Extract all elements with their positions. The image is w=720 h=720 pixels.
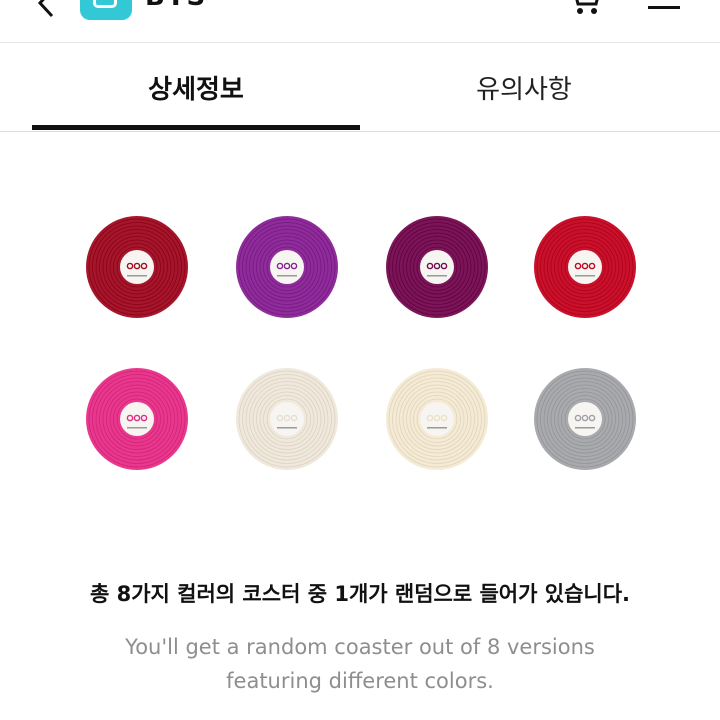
menu-icon[interactable] <box>648 0 680 12</box>
coaster-4 <box>534 216 636 318</box>
coaster-3 <box>386 216 488 318</box>
coaster-2 <box>236 216 338 318</box>
tab-detail-info[interactable]: 상세정보 <box>32 43 360 131</box>
coaster-1 <box>86 216 188 318</box>
coaster-6 <box>236 368 338 470</box>
coaster-5 <box>86 368 188 470</box>
caption-korean: 총 8가지 컬러의 코스터 중 1개가 랜덤으로 들어가 있습니다. <box>89 582 631 606</box>
coaster-grid <box>0 190 720 490</box>
top-bar: BTS <box>0 0 720 43</box>
caption-english: You'll get a random coaster out of 8 ver… <box>0 630 720 698</box>
cart-icon[interactable] <box>566 0 602 16</box>
caption-english-line2: featuring different colors. <box>226 669 494 693</box>
tab-notice[interactable]: 유의사항 <box>360 43 688 131</box>
brand-title: BTS <box>145 0 207 12</box>
active-tab-indicator <box>32 125 360 130</box>
coaster-7 <box>386 368 488 470</box>
app-icon[interactable] <box>80 0 132 20</box>
coaster-8 <box>534 368 636 470</box>
back-arrow-icon[interactable] <box>30 0 60 18</box>
caption-english-line1: You'll get a random coaster out of 8 ver… <box>125 635 595 659</box>
tab-bar: 상세정보 유의사항 <box>0 43 720 132</box>
